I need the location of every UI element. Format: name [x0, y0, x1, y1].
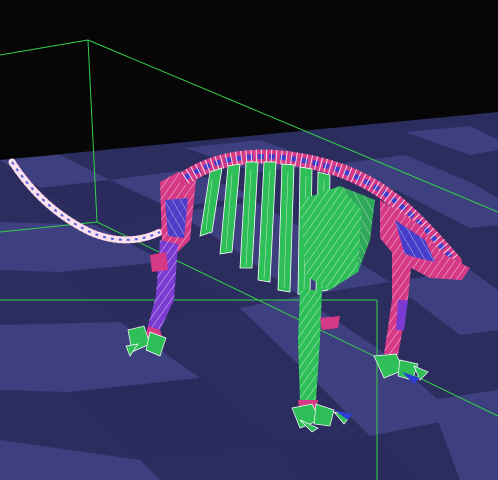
scene-canvas [0, 0, 498, 480]
3d-viewport[interactable] [0, 0, 498, 480]
